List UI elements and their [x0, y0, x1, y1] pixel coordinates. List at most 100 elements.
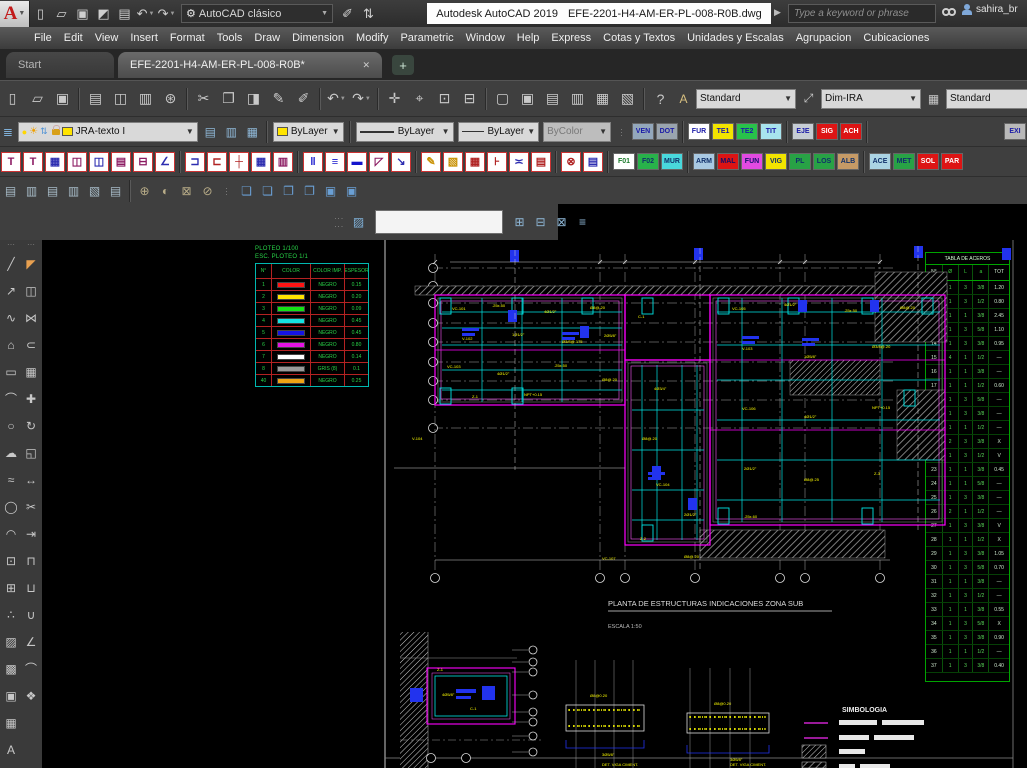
layer-button-fun[interactable]: FUN — [741, 153, 763, 170]
extend-button[interactable]: ⇥ — [21, 520, 41, 547]
tool-palettes-button[interactable]: ▤ — [540, 86, 565, 112]
layer-button-fur[interactable]: FUR — [688, 123, 710, 140]
custom-tool-13-button[interactable]: ▥ — [273, 152, 293, 172]
group-tool-icon[interactable]: ▨ — [348, 212, 369, 232]
group-manager-button[interactable]: ≡ — [572, 212, 593, 232]
search-binoculars-icon[interactable] — [942, 8, 956, 16]
layer-unlock-button[interactable]: ⊘ — [197, 181, 218, 201]
layer-walk-button[interactable]: ▥ — [63, 181, 84, 201]
redo-button[interactable]: ↷▼ — [156, 3, 177, 25]
join-button[interactable]: ∪ — [21, 601, 41, 628]
text-to-front-button[interactable]: ▣ — [320, 181, 341, 201]
layer-button-te1[interactable]: TE1 — [712, 123, 734, 140]
help-button[interactable]: ? — [648, 86, 673, 112]
custom-tool-26-button[interactable]: ▤ — [583, 152, 603, 172]
group-remove-button[interactable]: ⊟ — [530, 212, 551, 232]
menu-express[interactable]: Express — [545, 27, 597, 49]
menu-insert[interactable]: Insert — [124, 27, 164, 49]
bring-to-front-button[interactable]: ❏ — [236, 181, 257, 201]
layer-button-dot[interactable]: DOT — [656, 123, 678, 140]
layer-button-arm[interactable]: ARM — [693, 153, 715, 170]
custom-tool-22-button[interactable]: ⊦ — [487, 152, 507, 172]
sheet-set-manager-button[interactable]: ▥ — [565, 86, 590, 112]
workspace-selector[interactable]: ⚙ AutoCAD clásico ▼ — [181, 4, 333, 23]
linetype-combo[interactable]: ByLayer▼ — [356, 122, 454, 142]
menu-modify[interactable]: Modify — [350, 27, 394, 49]
undo-button[interactable]: ↶▼ — [324, 86, 349, 112]
redo-button[interactable]: ↷▼ — [349, 86, 374, 112]
color-combo[interactable]: ByLayer▼ — [273, 122, 344, 142]
array-button[interactable]: ▦ — [21, 358, 41, 385]
quick-calc-button[interactable]: ▧ — [615, 86, 640, 112]
break-button[interactable]: ⊔ — [21, 574, 41, 601]
qnew-button[interactable]: ▯ — [30, 3, 51, 25]
text-style-combo[interactable]: Standard▼ — [696, 89, 796, 109]
dim-style-combo[interactable]: Dim-IRA▼ — [821, 89, 921, 109]
bring-above-button[interactable]: ❐ — [278, 181, 299, 201]
revision-cloud-button[interactable]: ☁ — [1, 439, 21, 466]
layer-button-alb[interactable]: ALB — [837, 153, 859, 170]
layer-button-met[interactable]: MET — [893, 153, 915, 170]
new-tab-button[interactable]: + — [392, 55, 414, 75]
layer-button-mur[interactable]: MUR — [661, 153, 683, 170]
custom-tool-24-button[interactable]: ▤ — [531, 152, 551, 172]
custom-tool-3-button[interactable]: ▦ — [45, 152, 65, 172]
layer-button-sol[interactable]: SOL — [917, 153, 939, 170]
zoom-previous-button[interactable]: ⊟ — [457, 86, 482, 112]
custom-tool-20-button[interactable]: ▧ — [443, 152, 463, 172]
layer-combo[interactable]: ● ☀ ⇅ JRA-texto I ▼ — [18, 122, 198, 142]
layer-button-eje[interactable]: EJE — [792, 123, 814, 140]
match-properties-button[interactable]: ✎ — [266, 86, 291, 112]
search-input[interactable]: Type a keyword or phrase — [788, 4, 936, 23]
trim-button[interactable]: ✂ — [21, 493, 41, 520]
table-button[interactable]: ▦ — [1, 709, 21, 736]
layer-button-f01[interactable]: F01 — [613, 153, 635, 170]
fillet-button[interactable]: ⌒ — [21, 655, 41, 682]
plot-button[interactable]: ▤ — [83, 86, 108, 112]
plot-button[interactable]: ▤ — [114, 3, 135, 25]
layer-lock-button[interactable]: ⊠ — [176, 181, 197, 201]
vpfreeze-button[interactable]: ▧ — [84, 181, 105, 201]
menu-file[interactable]: File — [28, 27, 58, 49]
ellipse-button[interactable]: ◯ — [1, 493, 21, 520]
publish-button[interactable]: ⊛ — [158, 86, 183, 112]
move-button[interactable]: ✚ — [21, 385, 41, 412]
group-name-input[interactable] — [375, 210, 503, 234]
zoom-window-button[interactable]: ⊡ — [432, 86, 457, 112]
custom-tool-2-button[interactable]: T — [23, 152, 43, 172]
lineweight-combo[interactable]: ByLayer▼ — [458, 122, 540, 142]
menu-agrupacion[interactable]: Agrupacion — [790, 27, 858, 49]
break-at-point-button[interactable]: ⊓ — [21, 547, 41, 574]
line-button[interactable]: ╱ — [1, 250, 21, 277]
layer-off-button[interactable]: ◐ — [155, 181, 176, 201]
change-to-current-layer-button[interactable]: ▥ — [21, 181, 42, 201]
multiline-text-button[interactable]: A — [1, 736, 21, 763]
custom-tool-14-button[interactable]: ‖ — [303, 152, 323, 172]
custom-tool-12-button[interactable]: ▦ — [251, 152, 271, 172]
region-button[interactable]: ▣ — [1, 682, 21, 709]
menu-tools[interactable]: Tools — [211, 27, 249, 49]
open-button[interactable]: ▱ — [25, 86, 50, 112]
polyline-button[interactable]: ∿ — [1, 304, 21, 331]
table-style-combo[interactable]: Standard▼ — [946, 89, 1027, 109]
layer-match-button[interactable]: ▤ — [0, 181, 21, 201]
menu-window[interactable]: Window — [460, 27, 511, 49]
mirror-button[interactable]: ⋈ — [21, 304, 41, 331]
group-create-button[interactable]: ⊞ — [509, 212, 530, 232]
copy-to-layer-button[interactable]: ▤ — [42, 181, 63, 201]
open-button[interactable]: ▱ — [51, 3, 72, 25]
spline-button[interactable]: ≈ — [1, 466, 21, 493]
layer-properties-manager-button[interactable]: ≣ — [0, 122, 16, 142]
construction-line-button[interactable]: ↗ — [1, 277, 21, 304]
custom-tool-21-button[interactable]: ▦ — [465, 152, 485, 172]
erase-button[interactable]: ◤ — [21, 250, 41, 277]
offset-button[interactable]: ⊂ — [21, 331, 41, 358]
menu-cubicaciones[interactable]: Cubicaciones — [857, 27, 935, 49]
layer-button-te2[interactable]: TE2 — [736, 123, 758, 140]
group-edit-button[interactable]: ⊠ — [551, 212, 572, 232]
layer-button-par[interactable]: PAR — [941, 153, 963, 170]
copy-button[interactable]: ◫ — [21, 277, 41, 304]
custom-tool-1-button[interactable]: T — [1, 152, 21, 172]
custom-tool-9-button[interactable]: ⊐ — [185, 152, 205, 172]
layer-button-pl[interactable]: PL — [789, 153, 811, 170]
